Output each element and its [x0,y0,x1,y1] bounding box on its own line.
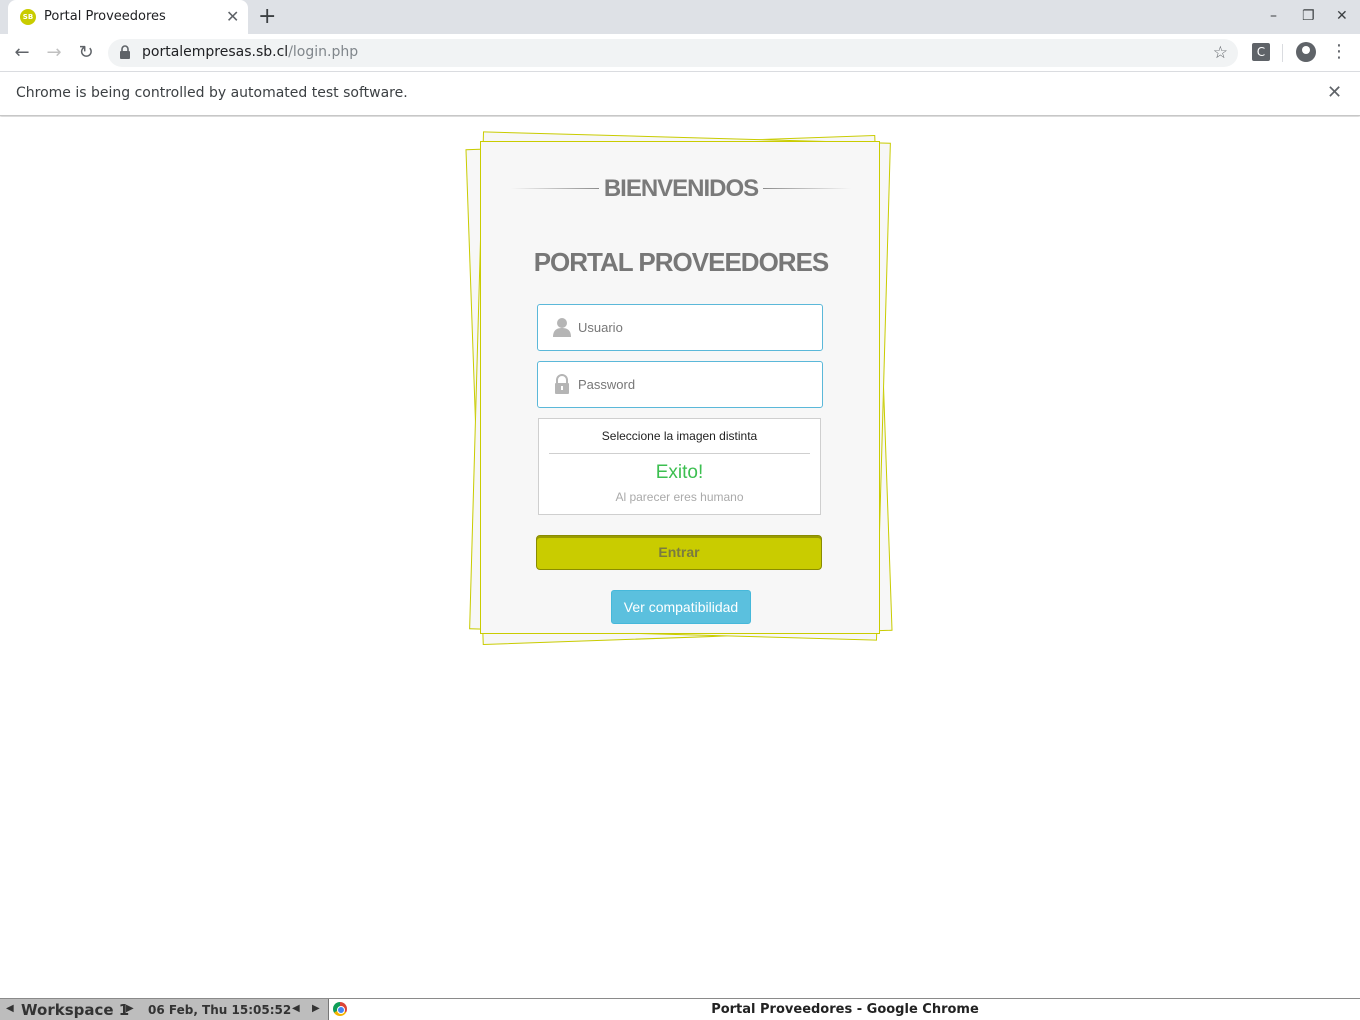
desktop-taskbar: ◀ Workspace 1 ▶ 06 Feb, Thu 15:05:52 ◀ ▶… [0,998,1360,1020]
infobar-message: Chrome is being controlled by automated … [16,85,408,101]
captcha-note: Al parecer eres humano [615,490,744,504]
lock-icon [120,45,130,59]
site-favicon-icon: SB [20,9,36,25]
captcha-divider [549,453,810,454]
tab-strip: SB Portal Proveedores ✕ + – ❐ ✕ [0,0,1360,34]
captcha-title: Seleccione la imagen distinta [601,429,758,443]
toolbar-separator [1282,44,1283,62]
welcome-line-left [511,188,599,189]
task-prev-icon[interactable]: ◀ [292,1002,300,1016]
taskbar-window-title: Portal Proveedores - Google Chrome [711,1002,979,1017]
password-field[interactable] [537,361,823,408]
captcha-success-text: Exito! [655,462,704,483]
new-tab-icon[interactable]: + [258,4,276,30]
task-next-icon[interactable]: ▶ [312,1002,320,1016]
password-input[interactable] [578,362,818,407]
restore-icon[interactable]: ❐ [1302,6,1315,26]
automation-infobar: Chrome is being controlled by automated … [0,72,1360,116]
browser-tab[interactable]: SB Portal Proveedores ✕ [8,0,248,34]
address-bar[interactable]: portalempresas.sb.cl/login.php ☆ [108,39,1238,67]
taskbar-window-entry[interactable]: Portal Proveedores - Google Chrome [328,999,1360,1020]
padlock-icon [555,374,569,394]
taskbar-clock: 06 Feb, Thu 15:05:52 [148,1003,292,1017]
welcome-text: BIENVENIDOS [603,175,759,202]
reload-icon[interactable]: ↻ [73,40,99,66]
url-text: portalempresas.sb.cl/login.php [142,44,358,60]
tab-close-icon[interactable]: ✕ [226,7,239,27]
captcha-box: Seleccione la imagen distinta Exito! Al … [538,418,821,515]
login-card: BIENVENIDOS PORTAL PROVEEDORES Seleccion… [480,141,880,634]
username-field[interactable] [537,304,823,351]
extension-icon[interactable]: C [1252,43,1270,61]
browser-toolbar: ← → ↻ portalempresas.sb.cl/login.php ☆ C… [0,34,1360,72]
portal-title: PORTAL PROVEEDORES [533,247,830,277]
welcome-line-right [763,188,851,189]
forward-icon[interactable]: → [41,40,67,66]
back-icon[interactable]: ← [9,40,35,66]
username-input[interactable] [578,305,818,350]
page-viewport: BIENVENIDOS PORTAL PROVEEDORES Seleccion… [0,117,1360,998]
bookmark-star-icon[interactable]: ☆ [1213,42,1228,64]
workspace-label[interactable]: Workspace 1 [21,1000,129,1020]
compatibility-button[interactable]: Ver compatibilidad [611,590,751,624]
tab-title: Portal Proveedores [44,9,166,24]
window-close-icon[interactable]: ✕ [1336,6,1348,26]
menu-kebab-icon[interactable]: ⋮ [1330,40,1348,64]
workspace-prev-icon[interactable]: ◀ [6,1002,14,1016]
welcome-heading: BIENVENIDOS [511,174,851,204]
infobar-close-icon[interactable]: ✕ [1327,82,1342,104]
minimize-icon[interactable]: – [1270,6,1277,26]
workspace-next-icon[interactable]: ▶ [126,1002,134,1016]
url-path: /login.php [288,44,359,60]
profile-icon[interactable] [1296,42,1316,62]
enter-button[interactable]: Entrar [536,535,822,570]
url-host: portalempresas.sb.cl [142,44,289,60]
user-icon [553,318,571,337]
